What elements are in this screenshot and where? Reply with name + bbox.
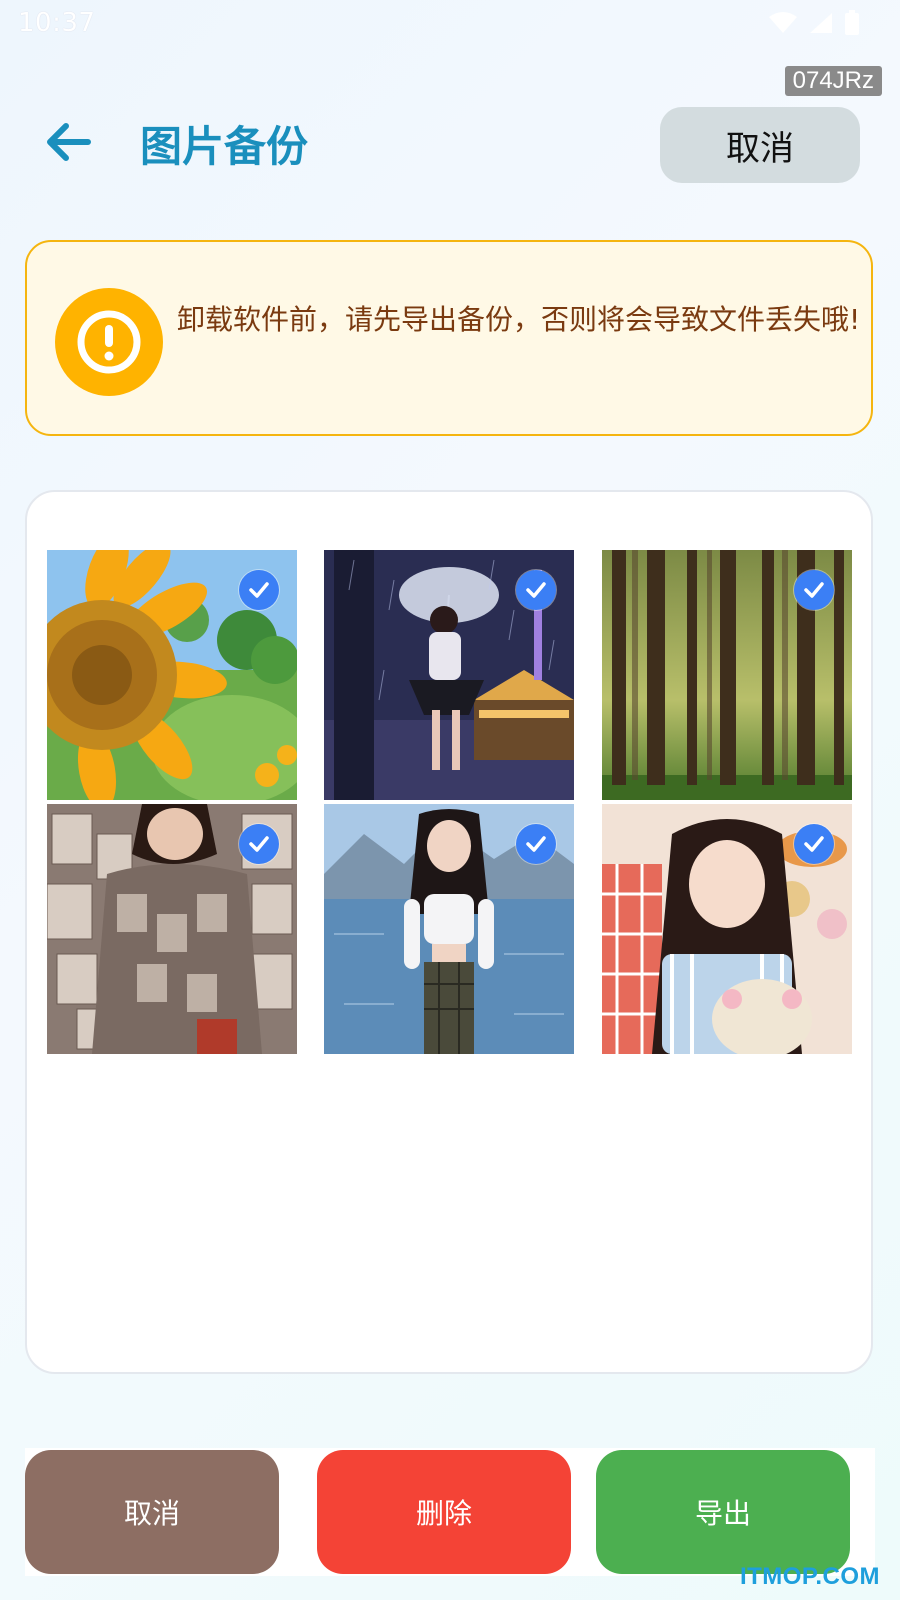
cancel-button[interactable]: 取消 [25,1450,279,1574]
image-thumb-forest[interactable] [602,550,852,800]
header-cancel-button[interactable]: 取消 [660,107,860,183]
build-tag: 074JRz [784,66,882,96]
watermark: ITMOP.COM [739,1563,880,1590]
bottom-action-bar: 取消 删除 导出 [25,1448,875,1576]
check-icon[interactable] [239,824,279,864]
check-icon[interactable] [516,824,556,864]
check-icon[interactable] [516,570,556,610]
export-button[interactable]: 导出 [596,1450,850,1574]
check-icon[interactable] [794,824,834,864]
signal-icon [808,11,834,35]
image-thumb-girl-umbrella[interactable] [324,550,574,800]
image-gallery [25,490,873,1374]
warning-banner: 卸载软件前，请先导出备份，否则将会导致文件丢失哦! [25,240,873,436]
check-icon[interactable] [239,570,279,610]
check-icon[interactable] [794,570,834,610]
wifi-icon [768,11,798,35]
exclamation-circle-icon [77,310,141,374]
status-time: 10:37 [18,8,96,38]
image-thumb-girl-lake[interactable] [324,804,574,1054]
back-button[interactable] [40,114,96,170]
image-thumb-girl-plush[interactable] [602,804,852,1054]
image-thumb-girl-newspaper[interactable] [47,804,297,1054]
status-icons [768,10,860,36]
battery-icon [844,10,860,36]
warning-text: 卸载软件前，请先导出备份，否则将会导致文件丢失哦! [177,303,861,336]
arrow-left-icon [47,123,91,161]
warning-icon-badge [55,288,163,396]
image-thumb-sunflower[interactable] [47,550,297,800]
delete-button[interactable]: 删除 [317,1450,571,1574]
page-title: 图片备份 [140,122,309,171]
